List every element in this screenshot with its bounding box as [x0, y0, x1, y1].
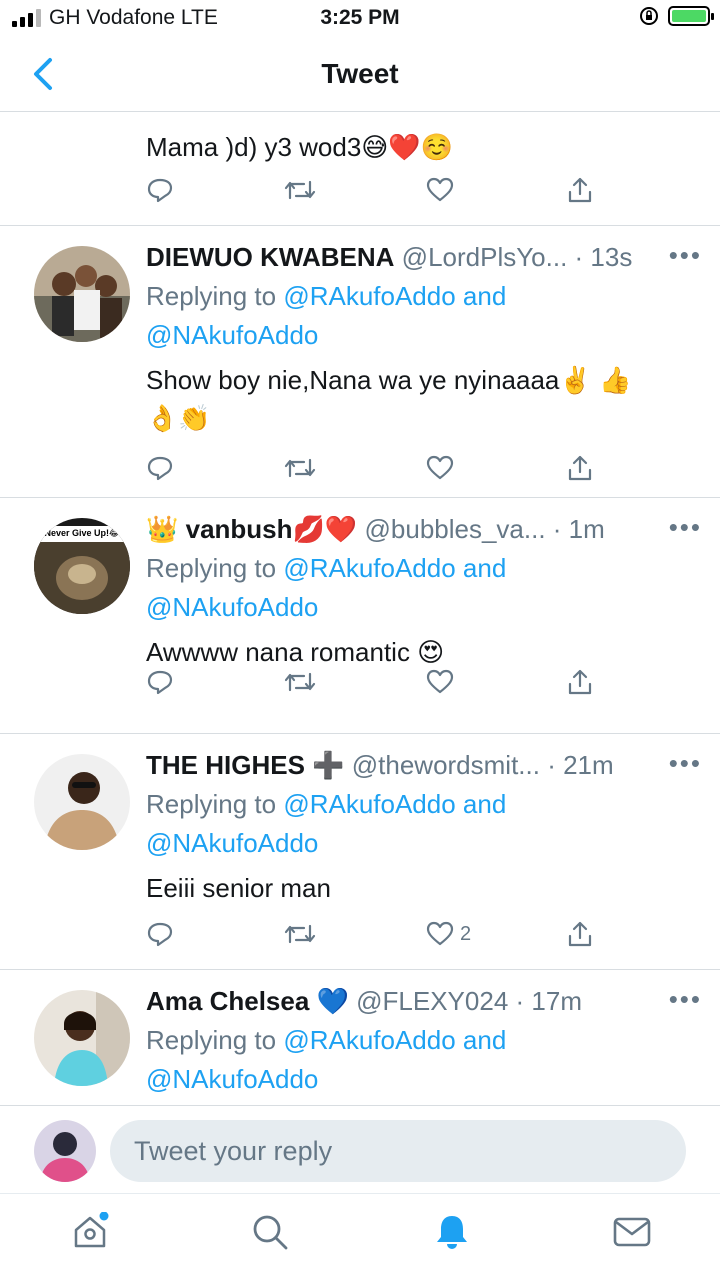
retweet-button[interactable]	[284, 668, 316, 696]
tweet-time: · 1m	[552, 514, 605, 544]
heart-icon	[426, 921, 454, 946]
share-icon	[568, 921, 592, 947]
author-name: vanbush💋❤️	[185, 514, 358, 544]
replying-to: Replying to @RAkufoAddo and @NAkufoAddo	[146, 277, 696, 355]
replying-to: Replying to @RAkufoAddo and @NAkufoAddo	[146, 785, 696, 863]
author-handle: @LordPlsYo...	[401, 242, 568, 272]
like-button[interactable]: 2	[426, 920, 471, 948]
replying-label: Replying to	[146, 789, 284, 819]
tweet-body: Awwww nana romantic 😍	[146, 637, 445, 667]
tweet-time: · 17m	[515, 986, 582, 1016]
avatar[interactable]	[34, 754, 130, 850]
author-name: Ama Chelsea 💙	[146, 986, 349, 1016]
mention-link[interactable]: @NAkufoAddo	[146, 320, 318, 350]
replying-label: Replying to	[146, 553, 284, 583]
battery-icon	[668, 6, 714, 26]
tweet-time: · 13s	[574, 242, 633, 272]
mention-link[interactable]: @RAkufoAddo and	[283, 281, 506, 311]
home-icon[interactable]	[70, 1212, 110, 1252]
notifications-icon[interactable]	[432, 1212, 472, 1252]
tweet-actions	[146, 668, 606, 704]
heart-icon	[426, 177, 454, 202]
reply-button[interactable]	[146, 668, 174, 696]
reply-feed[interactable]: Mama )d) y3 wod3😅❤️☺️ ••• DIEWUO KWABENA…	[0, 112, 720, 1105]
tweet-time: · 21m	[547, 750, 614, 780]
tweet-item[interactable]: Never Give Up!😂 ••• 👑 vanbush💋❤️ @bubble…	[0, 498, 720, 734]
retweet-button[interactable]	[284, 176, 316, 204]
search-icon[interactable]	[250, 1212, 290, 1252]
tweet-item[interactable]: ••• DIEWUO KWABENA @LordPlsYo... · 13s R…	[0, 226, 720, 498]
reply-composer: Tweet your reply	[0, 1105, 720, 1193]
like-count: 2	[460, 922, 472, 945]
like-button[interactable]	[426, 668, 454, 696]
author-handle: @FLEXY024	[356, 986, 509, 1016]
replying-to: Replying to @RAkufoAddo and @NAkufoAddo	[146, 1021, 696, 1099]
avatar[interactable]: Never Give Up!😂	[34, 518, 130, 614]
author-handle: @thewordsmit...	[351, 750, 540, 780]
reply-icon	[147, 178, 173, 203]
retweet-icon	[284, 458, 316, 478]
heart-icon	[426, 669, 454, 694]
my-avatar[interactable]	[34, 1120, 96, 1182]
author-name: DIEWUO KWABENA	[146, 242, 395, 272]
tab-bar	[0, 1193, 720, 1280]
tweet-body: Show boy nie,Nana wa ye nyinaaaa✌️ 👍 👌👏	[146, 365, 632, 433]
mention-link[interactable]: @RAkufoAddo and	[283, 789, 506, 819]
retweet-button[interactable]	[284, 920, 316, 948]
reply-icon	[147, 456, 173, 481]
share-button[interactable]	[566, 176, 594, 204]
tweet-header: Tweet	[0, 36, 720, 112]
avatar[interactable]	[34, 990, 130, 1086]
reply-button[interactable]	[146, 176, 174, 204]
reply-button[interactable]	[146, 454, 174, 482]
orientation-lock-icon	[640, 7, 658, 25]
mention-link[interactable]: @NAkufoAddo	[146, 592, 318, 622]
tweet-body: Eeiii senior man	[146, 873, 331, 903]
like-button[interactable]	[426, 454, 454, 482]
mention-link[interactable]: @RAkufoAddo and	[283, 1025, 506, 1055]
retweet-icon	[284, 180, 316, 200]
share-icon	[568, 669, 592, 695]
avatar-caption: Never Give Up!😂	[44, 528, 120, 538]
author-handle: @bubbles_va...	[364, 514, 546, 544]
tweet-actions	[146, 176, 606, 212]
reply-input[interactable]: Tweet your reply	[110, 1120, 686, 1182]
author-name: THE HIGHES ➕	[146, 750, 345, 780]
messages-icon[interactable]	[612, 1212, 652, 1252]
mention-link[interactable]: @RAkufoAddo and	[283, 553, 506, 583]
status-time: 3:25 PM	[320, 6, 400, 29]
reply-icon	[147, 670, 173, 695]
tweet-body: Mama )d) y3 wod3😅❤️☺️	[146, 132, 454, 162]
reply-icon	[147, 922, 173, 947]
share-button[interactable]	[566, 920, 594, 948]
share-icon	[568, 177, 592, 203]
share-button[interactable]	[566, 668, 594, 696]
tweet-item[interactable]: Mama )d) y3 wod3😅❤️☺️	[0, 112, 720, 226]
tweet-item[interactable]: ••• Ama Chelsea 💙 @FLEXY024 · 17m Replyi…	[0, 970, 720, 1105]
tweet-actions: 2	[146, 920, 606, 956]
status-bar: GH Vodafone LTE 3:25 PM	[0, 0, 720, 36]
tweet-item[interactable]: ••• THE HIGHES ➕ @thewordsmit... · 21m R…	[0, 734, 720, 970]
heart-icon	[426, 455, 454, 480]
like-button[interactable]	[426, 176, 454, 204]
crown-emoji: 👑	[146, 514, 179, 544]
page-title: Tweet	[321, 58, 399, 89]
mention-link[interactable]: @NAkufoAddo	[146, 1064, 318, 1094]
retweet-icon	[284, 672, 316, 692]
mention-link[interactable]: @NAkufoAddo	[146, 828, 318, 858]
replying-label: Replying to	[146, 281, 284, 311]
retweet-button[interactable]	[284, 454, 316, 482]
replying-to: Replying to @RAkufoAddo and @NAkufoAddo	[146, 549, 696, 627]
share-icon	[568, 455, 592, 481]
retweet-icon	[284, 924, 316, 944]
share-button[interactable]	[566, 454, 594, 482]
tweet-actions	[146, 454, 606, 490]
reply-button[interactable]	[146, 920, 174, 948]
avatar[interactable]	[34, 246, 130, 342]
replying-label: Replying to	[146, 1025, 284, 1055]
